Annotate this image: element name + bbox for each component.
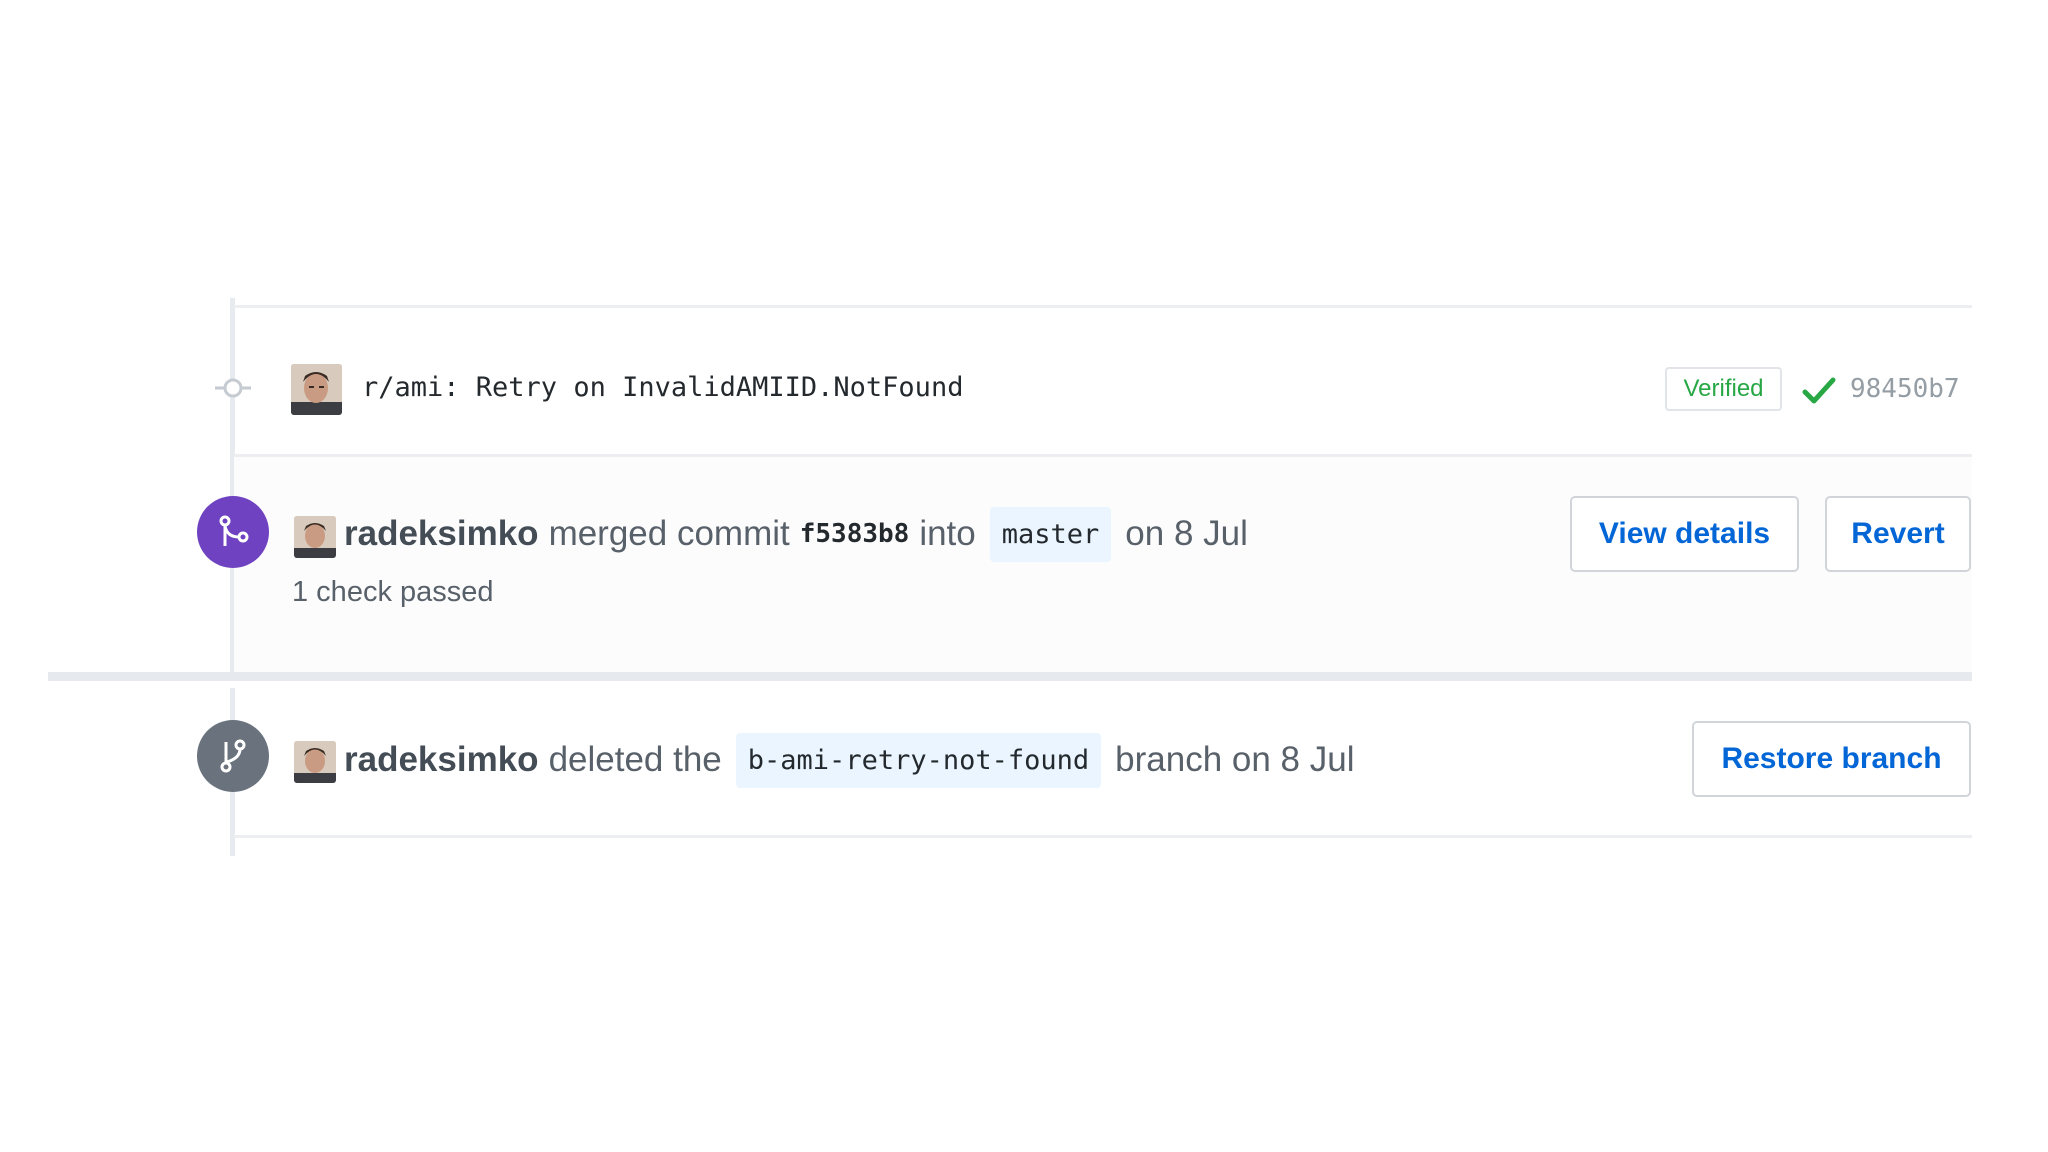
divider bbox=[234, 454, 1972, 457]
base-branch-ref[interactable]: master bbox=[989, 506, 1112, 562]
author-link[interactable]: radeksimko bbox=[344, 740, 539, 780]
divider bbox=[234, 835, 1972, 838]
git-merge-icon bbox=[197, 496, 269, 568]
git-commit-icon bbox=[212, 377, 254, 399]
commit-message-link[interactable]: r/ami: Retry on InvalidAMIID.NotFound bbox=[362, 372, 963, 403]
commit-sha-link[interactable]: 98450b7 bbox=[1850, 374, 1960, 404]
pr-timeline: r/ami: Retry on InvalidAMIID.NotFound Ve… bbox=[0, 0, 2048, 1152]
view-details-button[interactable]: View details bbox=[1570, 496, 1799, 572]
verified-badge[interactable]: Verified bbox=[1665, 367, 1782, 411]
merge-event-text: radeksimko merged commit f5383b8 into ma… bbox=[344, 506, 1248, 562]
avatar[interactable] bbox=[291, 364, 342, 415]
restore-branch-button[interactable]: Restore branch bbox=[1692, 721, 1971, 797]
delete-event-text: radeksimko deleted the b-ami-retry-not-f… bbox=[344, 732, 1355, 788]
revert-button[interactable]: Revert bbox=[1825, 496, 1971, 572]
divider bbox=[234, 305, 1972, 308]
avatar[interactable] bbox=[294, 516, 336, 558]
into-text: into bbox=[919, 514, 976, 553]
deleted-branch-ref[interactable]: b-ami-retry-not-found bbox=[735, 732, 1102, 788]
delete-suffix-text: branch on 8 Jul bbox=[1115, 740, 1355, 779]
avatar[interactable] bbox=[294, 741, 336, 783]
delete-action-text: deleted the bbox=[548, 740, 722, 779]
author-link[interactable]: radeksimko bbox=[344, 514, 539, 554]
merge-date[interactable]: on 8 Jul bbox=[1125, 514, 1248, 554]
merge-action-text: merged commit bbox=[548, 514, 790, 553]
merge-commit-sha-link[interactable]: f5383b8 bbox=[800, 519, 910, 549]
timeline-thick-divider bbox=[48, 672, 1972, 681]
checks-status-link[interactable]: 1 check passed bbox=[292, 576, 494, 609]
check-icon[interactable] bbox=[1802, 376, 1836, 406]
git-branch-icon bbox=[197, 720, 269, 792]
